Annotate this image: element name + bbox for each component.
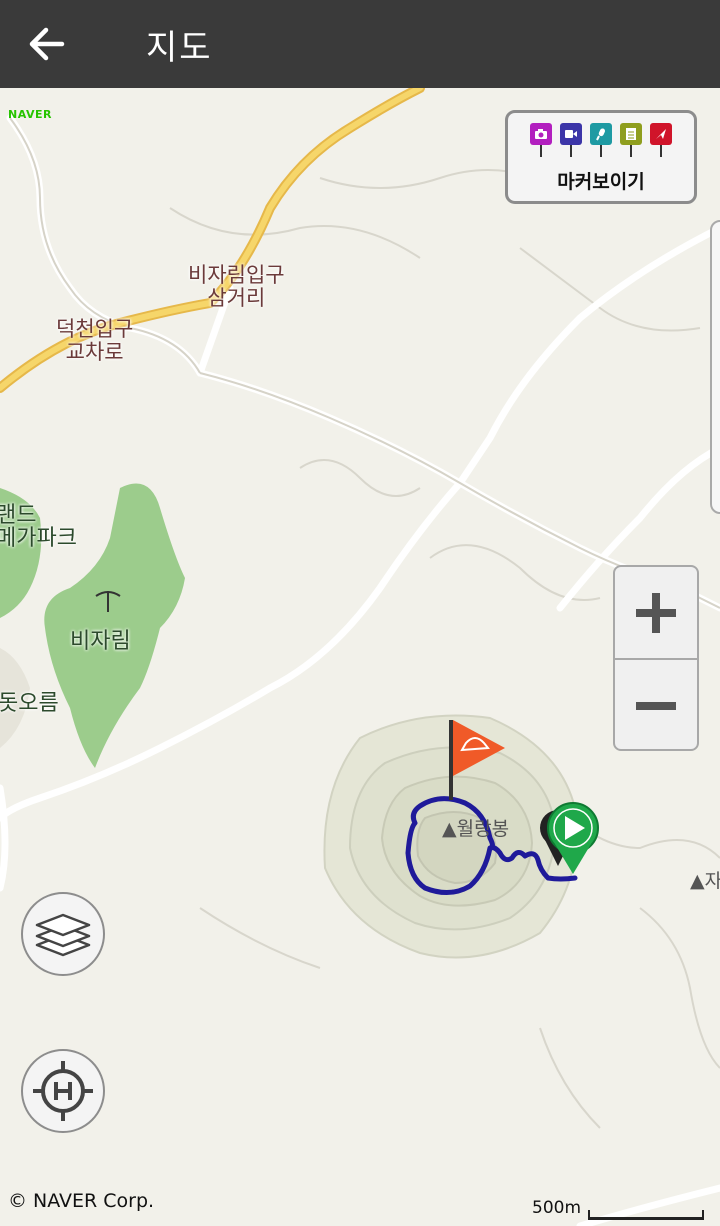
app-header: 지도 xyxy=(0,0,720,88)
map-label-text: 덕천입구 교차로 xyxy=(56,317,134,364)
map-label-bijarim: 비자림 xyxy=(70,630,131,653)
map-label-megapark: 랜드 메가파크 xyxy=(0,504,77,550)
zoom-out-button[interactable] xyxy=(615,660,697,751)
naver-logo: NAVER xyxy=(8,108,52,121)
heliport-button[interactable] xyxy=(21,1049,105,1133)
plus-icon xyxy=(636,592,676,633)
heliport-target-icon xyxy=(33,1061,93,1121)
map-label-deokcheon: 덕천입구 교차로 xyxy=(56,318,133,364)
location-arrow-icon xyxy=(650,123,672,157)
map-view[interactable]: NAVER 비자림입구 삼거리 덕천입구 교차로 랜드 메가파크 비자림 돗오름… xyxy=(0,88,720,1226)
layers-icon xyxy=(35,913,91,957)
minus-icon xyxy=(636,701,676,710)
microphone-icon xyxy=(590,123,612,157)
map-label-text: 돗오름 xyxy=(0,691,59,716)
map-label-dot-oreum: 돗오름 xyxy=(0,692,59,715)
peak-label-right: ▲자 xyxy=(690,870,720,892)
map-label-bijarim-entrance: 비자림입구 삼거리 xyxy=(188,264,285,310)
scale-bar xyxy=(588,1210,704,1220)
map-copyright: © NAVER Corp. xyxy=(8,1190,155,1212)
zoom-in-button[interactable] xyxy=(615,567,697,660)
arrow-left-icon xyxy=(29,27,65,61)
memo-icon xyxy=(620,123,642,157)
map-label-text: 랜드 메가파크 xyxy=(0,503,77,551)
side-drawer-handle[interactable] xyxy=(710,220,720,514)
marker-icons xyxy=(530,123,672,157)
peak-label-main: ▲월랑봉 xyxy=(442,818,510,840)
page-title: 지도 xyxy=(146,28,213,68)
map-label-text: 비자림입구 삼거리 xyxy=(188,263,285,310)
video-icon xyxy=(560,123,582,157)
map-label-text: 비자림 xyxy=(70,629,131,654)
zoom-control xyxy=(613,565,699,751)
back-button[interactable] xyxy=(22,18,74,70)
marker-toggle-label: 마커보이기 xyxy=(557,171,645,193)
marker-toggle-button[interactable]: 마커보이기 xyxy=(505,110,697,204)
camera-icon xyxy=(530,123,552,157)
layers-button[interactable] xyxy=(21,892,105,976)
scale-label: 500m xyxy=(532,1198,582,1218)
map-canvas xyxy=(0,88,720,1226)
